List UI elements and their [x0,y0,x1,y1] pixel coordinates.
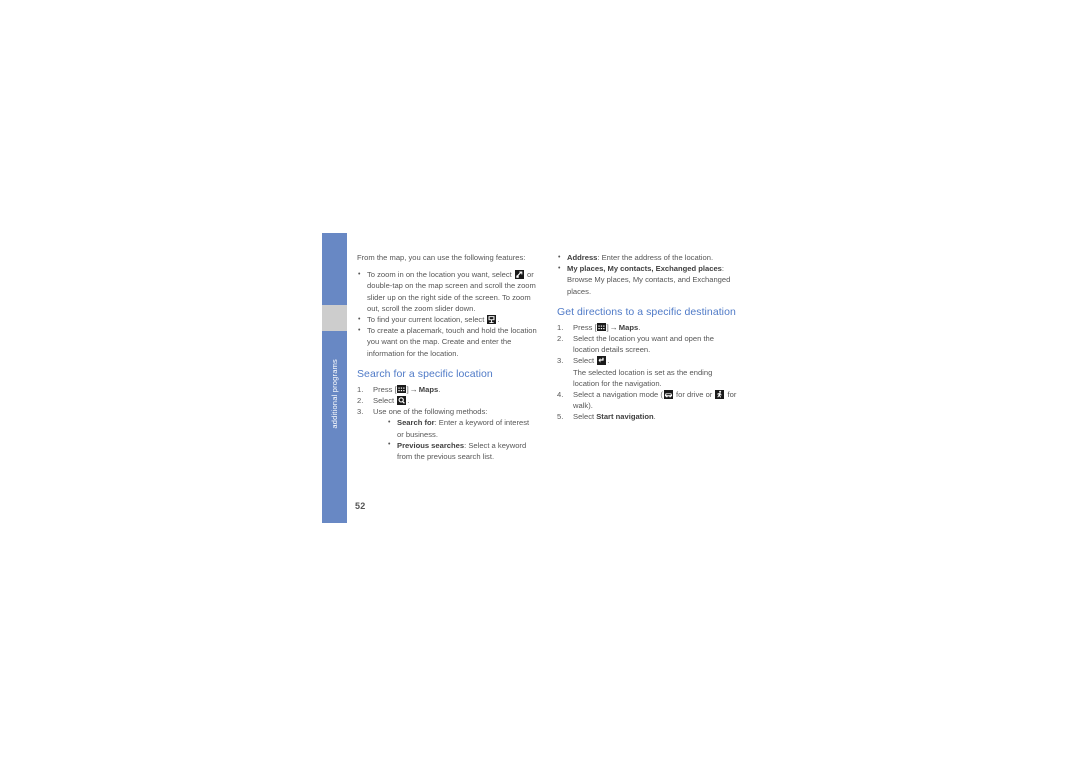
method-label: Address [567,253,598,262]
list-item: Press []→Maps. [357,384,537,395]
step-suffix: . [607,356,610,366]
step-target-label: Maps [418,384,439,394]
map-features-list: To zoom in on the location you want, sel… [357,269,537,359]
directions-steps-list: Press []→Maps. Select the location you w… [557,322,737,423]
method-label: Search for [397,418,435,428]
method-label: My places, My contacts, Exchanged places [567,264,722,274]
step-suffix: . [653,412,656,422]
right-column: Address: Enter the address of the locati… [557,251,737,423]
intro-paragraph: From the map, you can use the following … [357,253,526,262]
feature-text-before: To find your current location, select [367,315,487,325]
step-mid: for drive or [673,390,715,400]
step-text: Select the location you want and open th… [573,334,715,355]
car-icon [663,390,673,400]
directions-arrow-icon [597,356,607,366]
section-heading-directions: Get directions to a specific destination [557,305,736,318]
step-note: The selected location is set as the endi… [573,367,713,388]
step-target-label: Maps [618,322,639,332]
method-label: Previous searches [397,440,465,450]
step-prefix: Select [373,396,397,406]
step-prefix: Select [573,412,597,422]
list-item: Previous searches: Select a keyword from… [387,439,537,462]
list-item: My places, My contacts, Exchanged places… [557,263,737,297]
walk-icon [715,390,725,400]
search-methods-continued-list: Address: Enter the address of the locati… [557,251,737,297]
list-item: Select . [357,395,537,406]
page-number: 52 [355,501,366,511]
document-page: additional programs 52 From the map, you… [0,0,1080,763]
list-item: Use one of the following methods: Search… [357,406,537,462]
step-prefix: Press [ [573,322,597,332]
current-location-icon [487,315,497,325]
page-title: Search for a specific location [357,367,493,380]
list-item: Press []→Maps. [557,322,737,333]
side-tab-gap [322,305,347,331]
step-prefix: Select [573,356,597,366]
list-item: To create a placemark, touch and hold th… [357,325,537,359]
left-column: From the map, you can use the following … [357,252,537,465]
step-target-label: Start navigation [596,412,654,422]
feature-text-after: . [497,315,500,325]
search-magnifier-icon [397,396,407,406]
list-item: Address: Enter the address of the locati… [557,251,737,263]
list-item: To find your current location, select . [357,314,537,325]
zoom-in-icon [514,270,524,280]
arrow-icon: → [409,384,418,394]
step-suffix: . [438,384,441,394]
feature-text-before: To zoom in on the location you want, sel… [367,270,514,280]
list-item: To zoom in on the location you want, sel… [357,269,537,314]
list-item: Select Start navigation. [557,411,737,422]
step-prefix: Press [ [373,384,397,394]
menu-key-icon [397,384,407,393]
list-item: Select . The selected location is set as… [557,355,737,389]
method-text: : Enter the address of the location. [597,253,714,262]
search-methods-list: Search for: Enter a keyword of interest … [373,417,537,462]
list-item: Select a navigation mode ( for drive or … [557,389,737,411]
list-item: Search for: Enter a keyword of interest … [387,417,537,439]
step-suffix: . [407,396,410,406]
search-steps-list: Press []→Maps. Select . Use one of the f… [357,384,537,462]
list-item: Select the location you want and open th… [557,333,737,355]
step-prefix: Select a navigation mode ( [573,390,663,400]
step-text: Use one of the following methods: [373,407,488,417]
side-tab-bar [322,233,347,523]
feature-text-before: To create a placemark, touch and hold th… [367,326,537,358]
menu-key-icon [597,322,607,331]
step-suffix: . [638,322,641,332]
arrow-icon: → [609,322,618,332]
